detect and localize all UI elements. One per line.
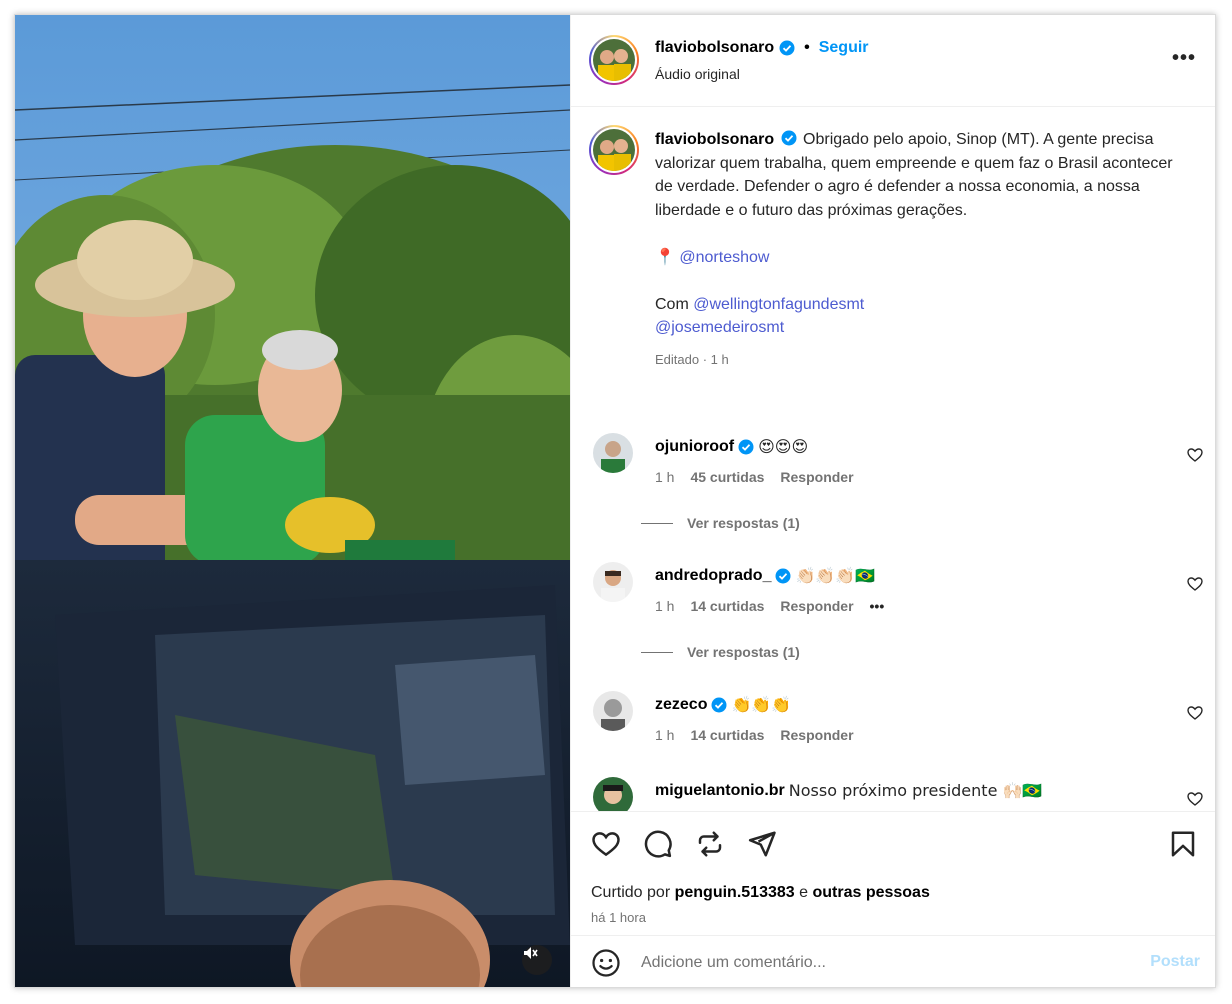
speaker-muted-icon <box>524 947 538 959</box>
comment-time: 1 h <box>655 598 675 614</box>
comment-text: 👏🏻👏🏻👏🏻🇧🇷 <box>795 566 876 585</box>
save-bookmark-icon[interactable] <box>1168 829 1198 859</box>
reply-button[interactable]: Responder <box>780 598 853 614</box>
pin-icon: 📍 <box>655 247 675 266</box>
view-replies-label: Ver respostas (1) <box>687 515 800 531</box>
comment-likes[interactable]: 14 curtidas <box>690 727 764 743</box>
verified-badge-icon <box>779 40 795 56</box>
caption-username[interactable]: flaviobolsonaro <box>655 131 774 148</box>
repost-icon[interactable] <box>695 829 725 859</box>
location-line: 📍 @norteshow <box>655 245 1175 270</box>
author-username[interactable]: flaviobolsonaro <box>655 39 774 57</box>
emoji-picker-icon[interactable] <box>591 948 621 978</box>
comment-text: 😍😍😍 <box>758 437 809 456</box>
post-actions: Curtido por penguin.513383 e outras pess… <box>571 811 1215 931</box>
caption-author-avatar[interactable] <box>589 125 639 175</box>
commenter-username[interactable]: miguelantonio.br <box>655 782 785 800</box>
follow-button[interactable]: Seguir <box>819 39 869 57</box>
comments-list[interactable]: flaviobolsonaro Obrigado pelo apoio, Sin… <box>571 107 1215 811</box>
verified-badge-icon <box>738 439 754 454</box>
comment-more-options[interactable]: ••• <box>870 598 885 614</box>
commenter-username[interactable]: ojunioroof <box>655 438 734 456</box>
post-header: flaviobolsonaro • Seguir Áudio original … <box>571 15 1215 107</box>
post-details-panel: flaviobolsonaro • Seguir Áudio original … <box>570 15 1215 987</box>
caption-meta: Editado · 1 h <box>655 351 729 367</box>
commenter-avatar[interactable] <box>593 433 633 473</box>
commenter-avatar[interactable] <box>593 691 633 731</box>
comment-likes[interactable]: 45 curtidas <box>690 469 764 485</box>
liked-by-line: Curtido por penguin.513383 e outras pess… <box>591 884 930 902</box>
post-timestamp[interactable]: há 1 hora <box>591 910 646 925</box>
reply-button[interactable]: Responder <box>780 469 853 485</box>
commenter-username[interactable]: andredoprado_ <box>655 567 771 585</box>
audio-label[interactable]: Áudio original <box>655 66 740 82</box>
separator-dot: • <box>804 39 810 56</box>
caption-text-block: flaviobolsonaro Obrigado pelo apoio, Sin… <box>655 128 1175 371</box>
liked-by-conj: e <box>799 884 809 901</box>
tag-link-jose[interactable]: @josemedeirosmt <box>655 319 784 336</box>
replies-divider <box>641 522 673 524</box>
comment-bubble-icon[interactable] <box>643 829 673 859</box>
view-replies-button[interactable]: Ver respostas (1) <box>641 644 800 660</box>
comment-like-heart-icon[interactable] <box>1187 447 1203 463</box>
comment-text: Nosso próximo presidente 🙌🏻🇧🇷 <box>788 781 1043 800</box>
comment-composer: Postar <box>571 935 1215 987</box>
author-avatar[interactable] <box>589 35 639 85</box>
comment-time: 1 h <box>655 727 675 743</box>
post-video[interactable] <box>15 15 570 987</box>
comment-time: 1 h <box>655 469 675 485</box>
comment-line: andredoprado_ 👏🏻👏🏻👏🏻🇧🇷 <box>655 566 875 585</box>
commenter-avatar[interactable] <box>593 562 633 602</box>
comment-like-heart-icon[interactable] <box>1187 705 1203 721</box>
tag-link-wellington[interactable]: @wellingtonfagundesmt <box>693 296 864 313</box>
comment-like-heart-icon[interactable] <box>1187 791 1203 807</box>
comment-line: ojunioroof 😍😍😍 <box>655 437 808 456</box>
comment-likes[interactable]: 14 curtidas <box>690 598 764 614</box>
mute-button[interactable] <box>522 945 552 975</box>
video-frame-image <box>15 15 570 987</box>
verified-badge-icon <box>775 568 791 583</box>
replies-divider <box>641 651 673 653</box>
comment-meta: 1 h 14 curtidas Responder <box>655 727 854 743</box>
comment-like-heart-icon[interactable] <box>1187 576 1203 592</box>
location-tag-link[interactable]: @norteshow <box>679 249 769 266</box>
liked-by-user[interactable]: penguin.513383 <box>675 884 795 901</box>
post-comment-button[interactable]: Postar <box>1150 953 1200 971</box>
post-modal: flaviobolsonaro • Seguir Áudio original … <box>14 14 1216 988</box>
verified-badge-icon <box>781 130 797 146</box>
verified-badge-icon <box>711 697 727 712</box>
more-options-icon[interactable]: ••• <box>1172 48 1196 68</box>
like-heart-icon[interactable] <box>591 829 621 859</box>
with-label: Com <box>655 295 689 313</box>
comment-line: miguelantonio.br Nosso próximo president… <box>655 781 1042 800</box>
commenter-username[interactable]: zezeco <box>655 696 707 714</box>
comment-text: 👏👏👏 <box>731 695 792 714</box>
commenter-avatar[interactable] <box>593 777 633 811</box>
liked-by-others[interactable]: outras pessoas <box>812 884 929 901</box>
view-replies-button[interactable]: Ver respostas (1) <box>641 515 800 531</box>
comment-meta: 1 h 45 curtidas Responder <box>655 469 854 485</box>
tagged-users-line: Com @wellingtonfagundesmt <box>655 293 1175 317</box>
author-username-row: flaviobolsonaro • Seguir <box>655 39 869 57</box>
reply-button[interactable]: Responder <box>780 727 853 743</box>
share-send-icon[interactable] <box>747 829 777 859</box>
view-replies-label: Ver respostas (1) <box>687 644 800 660</box>
comment-meta: 1 h 14 curtidas Responder ••• <box>655 598 884 614</box>
liked-by-prefix: Curtido por <box>591 884 671 901</box>
comment-input[interactable] <box>641 946 1121 980</box>
comment-line: zezeco 👏👏👏 <box>655 695 791 714</box>
